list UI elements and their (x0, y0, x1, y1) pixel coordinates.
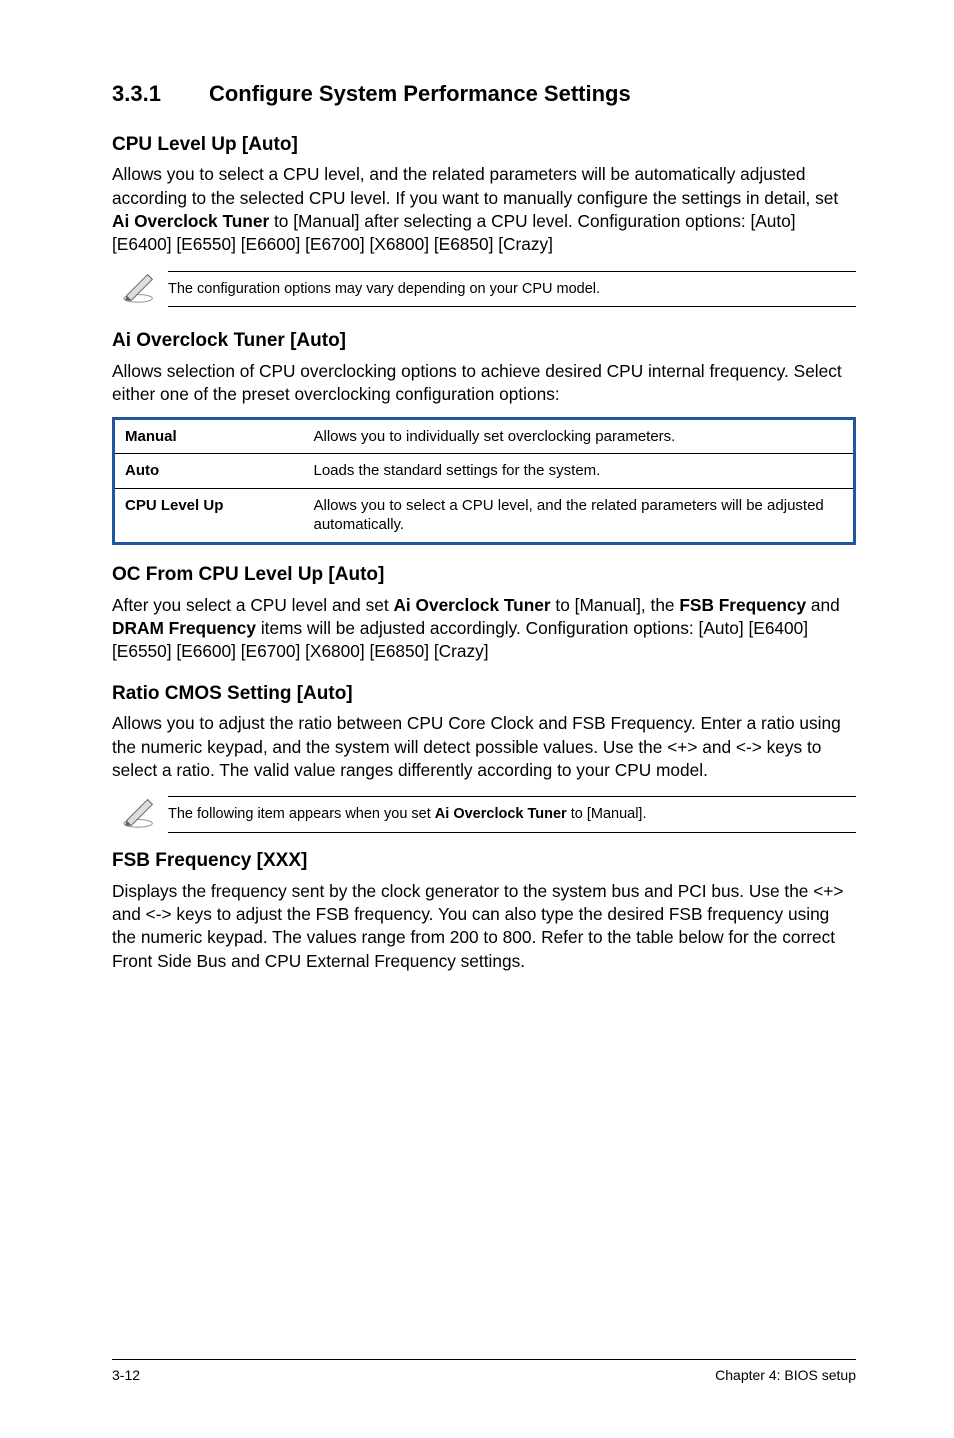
option-key: CPU Level Up (114, 488, 304, 543)
option-desc: Loads the standard settings for the syst… (304, 454, 855, 489)
option-desc: Allows you to select a CPU level, and th… (304, 488, 855, 543)
bold-ai-overclock-tuner: Ai Overclock Tuner (435, 806, 567, 822)
body-oc-from-cpu-level-up: After you select a CPU level and set Ai … (112, 594, 856, 664)
heading-oc-from-cpu-level-up: OC From CPU Level Up [Auto] (112, 563, 856, 588)
option-key: Manual (114, 418, 304, 454)
pencil-note-icon (120, 267, 168, 312)
section-number: 3.3.1 (112, 80, 161, 109)
page-number: 3-12 (112, 1366, 140, 1384)
table-row: Manual Allows you to individually set ov… (114, 418, 855, 454)
text-fragment: Allows you to select a CPU level, and th… (112, 164, 838, 207)
heading-cpu-level-up: CPU Level Up [Auto] (112, 133, 856, 158)
section-title: Configure System Performance Settings (209, 80, 631, 109)
option-desc: Allows you to individually set overclock… (304, 418, 855, 454)
table-row: Auto Loads the standard settings for the… (114, 454, 855, 489)
pencil-note-icon (120, 792, 168, 837)
note-block: The configuration options may vary depen… (112, 267, 856, 312)
body-fsb-frequency: Displays the frequency sent by the clock… (112, 880, 856, 973)
chapter-label: Chapter 4: BIOS setup (715, 1366, 856, 1384)
text-fragment: After you select a CPU level and set (112, 595, 393, 615)
bold-ai-overclock-tuner: Ai Overclock Tuner (112, 211, 269, 231)
bold-fsb-frequency: FSB Frequency (679, 595, 806, 615)
heading-fsb-frequency: FSB Frequency [XXX] (112, 849, 856, 874)
bold-dram-frequency: DRAM Frequency (112, 618, 256, 638)
heading-ai-overclock-tuner: Ai Overclock Tuner [Auto] (112, 329, 856, 354)
body-cpu-level-up: Allows you to select a CPU level, and th… (112, 163, 856, 256)
body-ratio-cmos-setting: Allows you to adjust the ratio between C… (112, 712, 856, 782)
heading-ratio-cmos-setting: Ratio CMOS Setting [Auto] (112, 682, 856, 707)
text-fragment: The following item appears when you set (168, 806, 435, 822)
body-ai-overclock-tuner: Allows selection of CPU overclocking opt… (112, 360, 856, 407)
text-fragment: and (806, 595, 840, 615)
option-key: Auto (114, 454, 304, 489)
section-header: 3.3.1 Configure System Performance Setti… (112, 80, 856, 109)
note-block: The following item appears when you set … (112, 792, 856, 837)
note-text: The following item appears when you set … (168, 796, 856, 833)
bold-ai-overclock-tuner: Ai Overclock Tuner (393, 595, 550, 615)
text-fragment: to [Manual]. (567, 806, 647, 822)
text-fragment: to [Manual], the (551, 595, 680, 615)
page-footer: 3-12 Chapter 4: BIOS setup (112, 1359, 856, 1384)
options-table: Manual Allows you to individually set ov… (112, 417, 856, 545)
note-text: The configuration options may vary depen… (168, 271, 856, 308)
table-row: CPU Level Up Allows you to select a CPU … (114, 488, 855, 543)
